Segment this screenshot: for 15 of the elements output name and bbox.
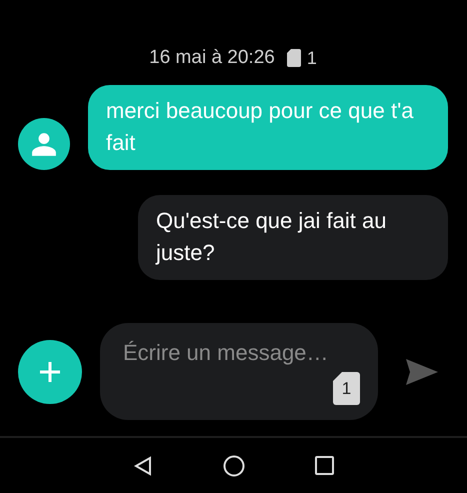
sim-card-icon [286, 49, 301, 67]
message-field[interactable]: Écrire un message… 1 [100, 323, 378, 420]
contact-avatar[interactable] [18, 118, 70, 170]
send-button[interactable] [406, 358, 438, 384]
sent-message: Qu'est-ce que jai fait au juste? [138, 195, 448, 280]
back-button[interactable] [133, 456, 153, 476]
sim-number: 1 [306, 48, 317, 68]
recents-button[interactable] [315, 456, 334, 475]
person-icon [31, 131, 57, 157]
plus-icon [39, 360, 61, 382]
home-button[interactable] [223, 454, 245, 476]
received-message: merci beaucoup pour ce que t'a fait [88, 85, 448, 170]
message-timestamp: 16 mai à 20:26 [149, 47, 275, 69]
sim-selector[interactable]: 1 [333, 372, 360, 405]
send-icon [406, 358, 438, 384]
